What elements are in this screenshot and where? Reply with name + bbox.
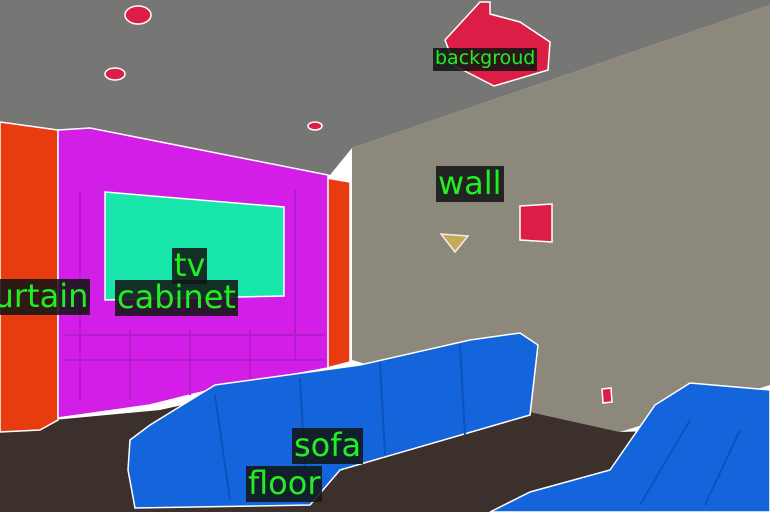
background-mask-spot-3	[307, 121, 323, 131]
background-mask-spot-2	[104, 67, 126, 81]
label-background: backgroud	[433, 47, 538, 71]
background-mask-wall-box	[519, 203, 553, 243]
background-mask-outlet	[601, 387, 613, 404]
label-cabinet: cabinet	[115, 278, 238, 316]
background-mask-spot-1	[124, 5, 152, 25]
segmented-room-scene: backgroud wall tv curtain cabinet sofa f…	[0, 0, 770, 512]
label-wall: wall	[436, 164, 504, 202]
segmentation-overlay	[0, 0, 770, 512]
label-sofa: sofa	[292, 426, 364, 464]
label-curtain: curtain	[0, 279, 91, 315]
curtain-right-mask	[326, 177, 351, 369]
label-floor: floor	[246, 464, 323, 502]
